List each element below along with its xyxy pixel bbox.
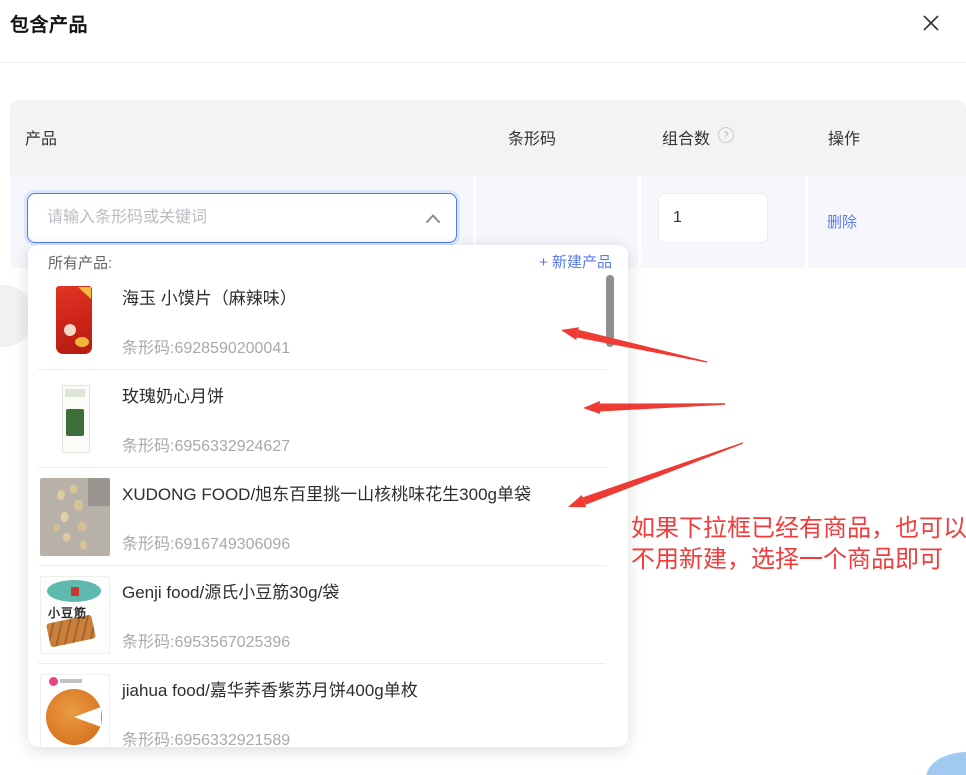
product-list-item[interactable]: XUDONG FOOD/旭东百里挑一山核桃味花生300g单袋 条形码:69167… (28, 468, 628, 566)
help-icon[interactable]: ? (718, 127, 734, 143)
combo-count-input[interactable] (659, 194, 767, 242)
product-list-item[interactable]: 玫瑰奶心月饼 条形码:6956332924627 (28, 370, 628, 468)
close-icon-glyph (922, 14, 940, 32)
product-list-item[interactable]: jiahua food/嘉华荞香紫苏月饼400g单枚 条形码:695633292… (28, 664, 628, 747)
product-list-item[interactable]: 海玉 小馍片（麻辣味） 条形码:6928590200041 (28, 272, 628, 370)
product-thumbnail (40, 380, 110, 458)
close-icon[interactable] (914, 6, 948, 40)
product-name: 海玉 小馍片（麻辣味） (122, 284, 297, 309)
annotation-line-1: 如果下拉框已经有商品，也可以 (631, 513, 966, 544)
product-barcode: 条形码:6916749306096 (122, 530, 531, 554)
product-barcode: 条形码:6956332924627 (122, 432, 290, 456)
dropdown-header: 所有产品: (48, 252, 112, 273)
annotation-note: 如果下拉框已经有商品，也可以 不用新建，选择一个商品即可 (631, 513, 966, 575)
thumbnail-label: 小豆筋 (48, 604, 87, 621)
product-thumbnail (40, 478, 110, 556)
annotation-line-2: 不用新建，选择一个商品即可 (631, 544, 966, 575)
product-list-item[interactable]: 小豆筋 Genji food/源氏小豆筋30g/袋 条形码:6953567025… (28, 566, 628, 664)
product-search-select[interactable] (27, 193, 457, 243)
included-products-modal: 包含产品 产品 条形码 组合数 ? 操作 (0, 0, 966, 775)
product-name: jiahua food/嘉华荞香紫苏月饼400g单枚 (122, 676, 418, 701)
header-product: 产品 (25, 125, 57, 149)
product-text: 玫瑰奶心月饼 条形码:6956332924627 (122, 382, 290, 456)
table-header: 产品 条形码 组合数 ? 操作 (10, 100, 966, 176)
scrollbar-thumb[interactable] (606, 275, 614, 347)
column-divider (805, 176, 808, 268)
page-title: 包含产品 (10, 10, 88, 37)
column-divider (638, 176, 641, 268)
title-divider (0, 62, 966, 63)
new-product-button[interactable]: + 新建产品 (539, 251, 612, 272)
product-name: Genji food/源氏小豆筋30g/袋 (122, 578, 339, 603)
chevron-up-glyph (426, 214, 440, 223)
product-barcode: 条形码:6953567025396 (122, 628, 339, 652)
product-thumbnail (40, 282, 110, 360)
header-action: 操作 (828, 125, 860, 149)
product-barcode: 条形码:6928590200041 (122, 334, 297, 358)
product-text: jiahua food/嘉华荞香紫苏月饼400g单枚 条形码:695633292… (122, 676, 418, 747)
combo-count-field (658, 193, 768, 243)
product-list: 海玉 小馍片（麻辣味） 条形码:6928590200041 玫瑰奶心月饼 条形码… (28, 272, 628, 747)
background-blue-blob (926, 752, 966, 775)
product-dropdown-panel: 所有产品: + 新建产品 海玉 小馍片（麻辣味） 条形码:69285902000… (28, 245, 628, 747)
delete-button[interactable]: 删除 (827, 211, 857, 232)
header-combo-count: 组合数 (662, 125, 710, 149)
product-name: 玫瑰奶心月饼 (122, 382, 290, 407)
product-barcode: 条形码:6956332921589 (122, 726, 418, 747)
product-text: XUDONG FOOD/旭东百里挑一山核桃味花生300g单袋 条形码:69167… (122, 480, 531, 554)
product-text: Genji food/源氏小豆筋30g/袋 条形码:6953567025396 (122, 578, 339, 652)
product-thumbnail (40, 674, 110, 747)
header-barcode: 条形码 (508, 125, 556, 149)
product-thumbnail: 小豆筋 (40, 576, 110, 654)
chevron-up-icon[interactable] (420, 205, 446, 231)
search-input[interactable] (45, 208, 412, 228)
product-text: 海玉 小馍片（麻辣味） 条形码:6928590200041 (122, 284, 297, 358)
product-name: XUDONG FOOD/旭东百里挑一山核桃味花生300g单袋 (122, 480, 531, 505)
